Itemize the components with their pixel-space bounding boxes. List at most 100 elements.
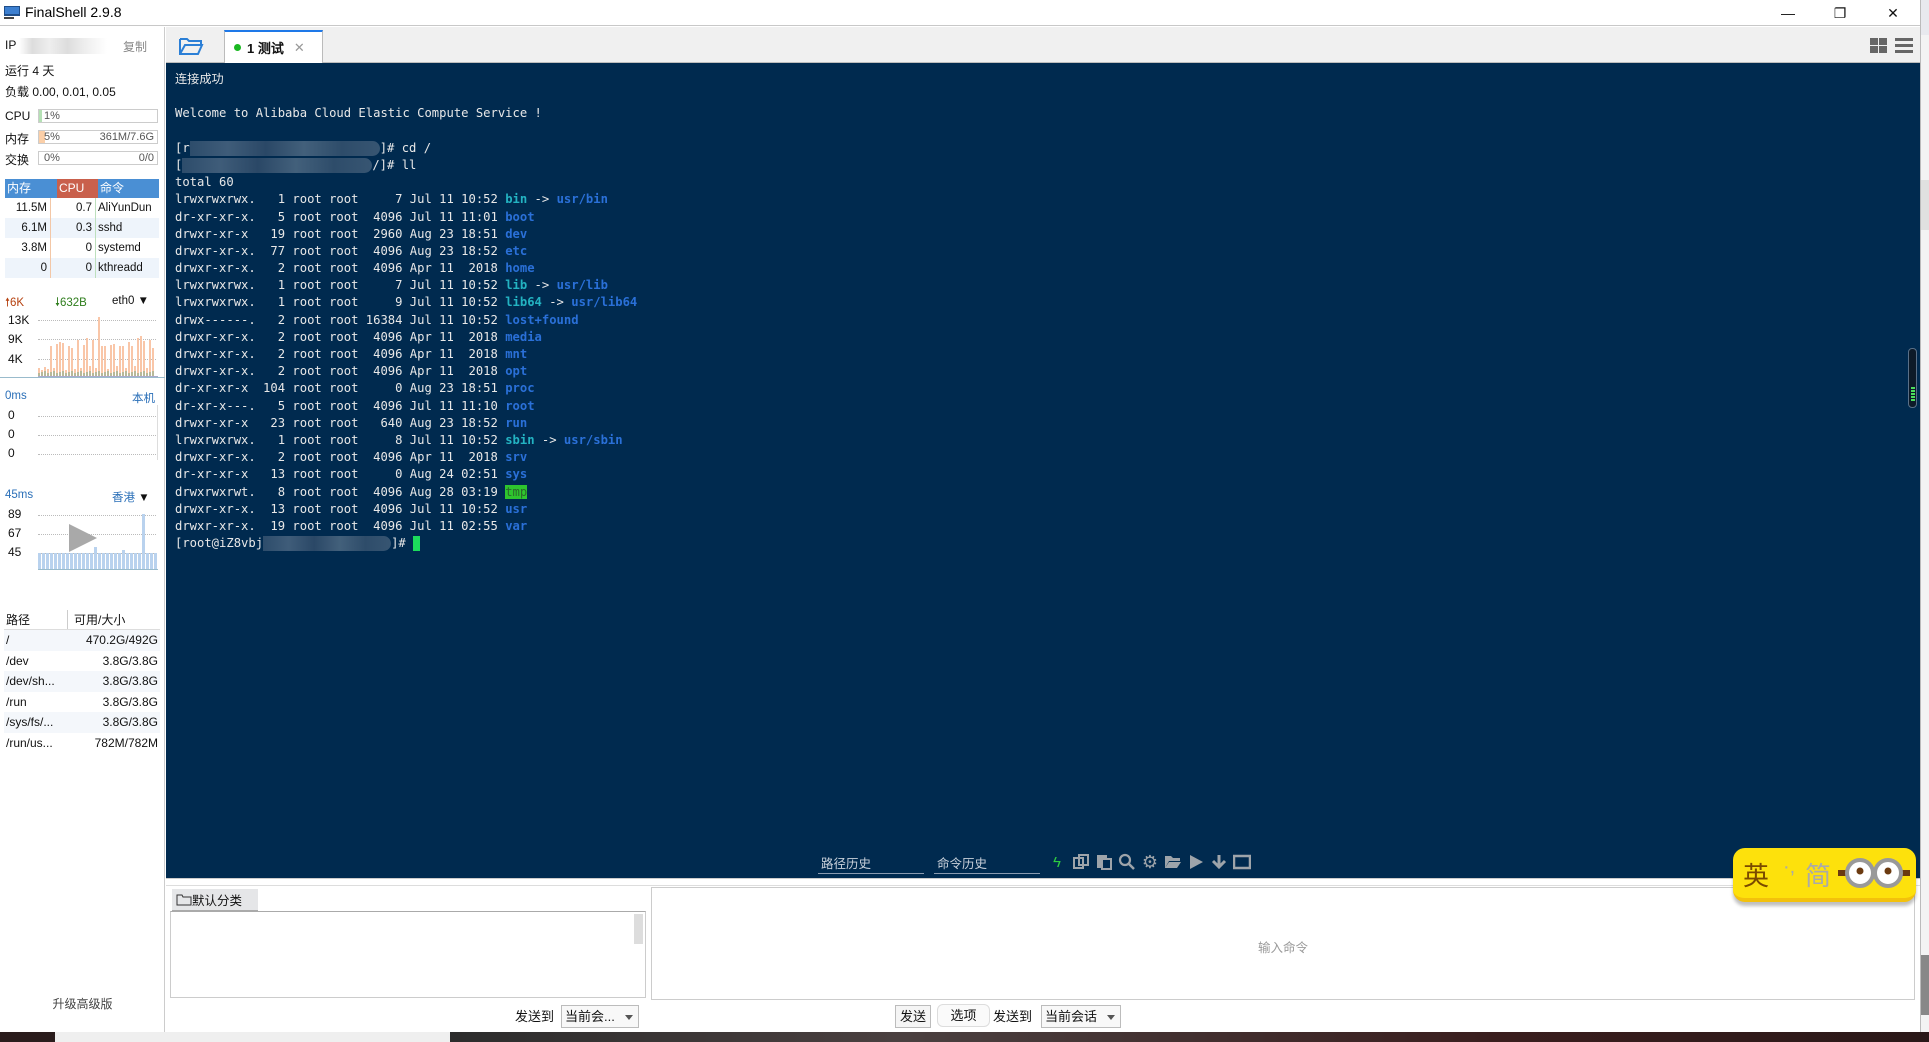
sort-by-cpu[interactable]: CPU [57, 179, 98, 198]
terminal-output[interactable]: 连接成功 Welcome to Alibaba Cloud Elastic Com… [166, 63, 1920, 878]
traffic-bar-down [56, 373, 58, 376]
disk-row[interactable]: /run/us... 782M/782M [4, 733, 160, 754]
traffic-bar-down [50, 372, 52, 376]
ime-script[interactable]: 简 [1805, 856, 1831, 893]
listing-line: dr-xr-xr-x. 5 root root 4096 Jul 11 11:0… [175, 209, 1920, 226]
net-y-label: 9K [8, 332, 23, 346]
disk-usage-table: 路径 可用/大小 / 470.2G/492G/dev 3.8G/3.8G/dev/s… [4, 610, 160, 753]
command-input[interactable]: 输入命令 [651, 887, 1915, 1000]
category-tab-default[interactable]: 默认分类 [172, 889, 258, 911]
restore-button[interactable]: ❐ [1817, 0, 1863, 26]
file-meta: drwxr-xr-x. 2 root root 4096 Apr 11 2018 [175, 347, 506, 361]
play-icon[interactable] [1187, 853, 1205, 871]
gear-icon[interactable]: ⚙ [1141, 852, 1159, 872]
cpu-percent: 1% [44, 110, 60, 122]
ime-punctuation[interactable]: ·, [1783, 856, 1795, 879]
taskbar [0, 1032, 1929, 1042]
traffic-bar [92, 340, 94, 376]
upgrade-premium-link[interactable]: 升级高级版 [0, 995, 165, 1012]
copy-icon[interactable] [1072, 853, 1090, 871]
search-icon[interactable] [1118, 853, 1136, 871]
lightning-icon[interactable]: ϟ [1048, 853, 1066, 871]
window-icon[interactable] [1233, 853, 1251, 871]
ime-language[interactable]: 英 [1743, 856, 1769, 893]
traffic-bar-down [65, 373, 67, 376]
file-name: sbin [505, 432, 535, 447]
traffic-bar-down [107, 371, 109, 376]
ip-value-blurred [19, 38, 108, 54]
traffic-bar-down [47, 373, 49, 376]
folder-icon[interactable] [1164, 853, 1182, 871]
latency-bar [38, 553, 41, 569]
disk-path: /run [6, 694, 27, 709]
command-list-scrollbar[interactable] [634, 914, 643, 944]
traffic-bar-down [74, 373, 76, 376]
session-tab[interactable]: 1 测试 ✕ [224, 30, 323, 63]
command-history-input[interactable]: 命令历史 [934, 854, 1040, 874]
terminal-scrollbar[interactable] [1908, 348, 1917, 408]
close-tab-icon[interactable]: ✕ [294, 40, 305, 56]
session-tab-bar: 1 测试 ✕ [166, 27, 1920, 63]
traffic-bar-down [86, 372, 88, 376]
traffic-bar [86, 338, 88, 376]
latency-bar [130, 553, 133, 569]
process-row[interactable]: 11.5M 0.7 AliYunDun [5, 198, 159, 218]
sort-by-command[interactable]: 命令 [98, 179, 159, 198]
gridline [38, 454, 156, 455]
download-icon[interactable] [1210, 853, 1228, 871]
size-column-header[interactable]: 可用/大小 [68, 610, 160, 629]
menu-icon[interactable] [1895, 38, 1913, 53]
terminal-cursor [413, 536, 421, 552]
memory-usage: 361M/7.6G [99, 131, 154, 143]
play-overlay-icon[interactable] [69, 524, 97, 552]
command-list[interactable] [170, 911, 646, 998]
process-row[interactable]: 0 0 kthreadd [5, 258, 159, 278]
file-name: media [505, 329, 542, 344]
disk-row[interactable]: /run 3.8G/3.8G [4, 692, 160, 713]
listing-line: drwxr-xr-x 19 root root 2960 Aug 23 18:5… [175, 226, 1920, 243]
file-meta: lrwxrwxrwx. 1 root root 7 Jul 11 10:52 [175, 192, 506, 207]
copy-ip-button[interactable]: 复制 [123, 38, 147, 55]
terminal-line: [r]# cd / [175, 140, 432, 156]
folder-outline-icon [176, 894, 192, 905]
options-button[interactable]: 选项 [937, 1004, 990, 1027]
ime-status-widget[interactable]: 英 ·, 简 [1733, 848, 1916, 902]
open-folder-icon[interactable] [178, 35, 204, 57]
sort-by-memory[interactable]: 内存 [5, 179, 57, 198]
file-name: run [505, 415, 528, 430]
disk-path: /dev [6, 653, 29, 668]
latency-bar [110, 553, 113, 569]
ping-region-select[interactable]: 香港 ▼ [112, 489, 150, 505]
close-window-button[interactable]: ✕ [1870, 0, 1916, 26]
file-meta: dr-xr-xr-x 104 root root 0 Aug 23 18:51 [175, 381, 506, 396]
process-row[interactable]: 6.1M 0.3 sshd [5, 218, 159, 238]
interface-select[interactable]: eth0 ▼ [112, 295, 149, 307]
disk-row[interactable]: /sys/fs/... 3.8G/3.8G [4, 712, 160, 733]
send-button[interactable]: 发送 [895, 1005, 931, 1028]
input-send-target-select[interactable]: 当前会话 [1041, 1005, 1121, 1028]
title-bar: FinalShell 2.9.8 — ❐ ✕ [0, 0, 1920, 26]
traffic-bar-down [134, 371, 136, 376]
disk-row[interactable]: /dev/sh... 3.8G/3.8G [4, 671, 160, 692]
process-row[interactable]: 3.8M 0 systemd [5, 238, 159, 258]
panel-splitter[interactable] [166, 878, 1920, 886]
session-tab-label: 1 测试 [247, 41, 284, 56]
command-send-target-select[interactable]: 当前会... [561, 1005, 639, 1028]
path-column-header[interactable]: 路径 [4, 610, 68, 629]
latency-bar [114, 553, 117, 569]
traffic-bar-down [122, 372, 124, 376]
disk-row[interactable]: / 470.2G/492G [4, 630, 160, 651]
paste-icon[interactable] [1095, 853, 1113, 871]
file-meta: dr-xr-xr-x 13 root root 0 Aug 24 02:51 [175, 467, 506, 482]
disk-size: 782M/782M [94, 735, 158, 750]
file-meta: dr-xr-xr-x. 5 root root 4096 Jul 11 11:0… [175, 209, 506, 224]
minimize-icon: — [1781, 5, 1795, 21]
process-memory: 0 [5, 258, 51, 278]
latency-bar [126, 553, 129, 569]
grid-view-icon[interactable] [1870, 38, 1887, 53]
minimize-button[interactable]: — [1765, 0, 1811, 26]
traffic-bar-down [62, 371, 64, 376]
upload-rate: 🠕6K [5, 297, 25, 309]
disk-row[interactable]: /dev 3.8G/3.8G [4, 651, 160, 672]
path-history-input[interactable]: 路径历史 [818, 854, 924, 874]
